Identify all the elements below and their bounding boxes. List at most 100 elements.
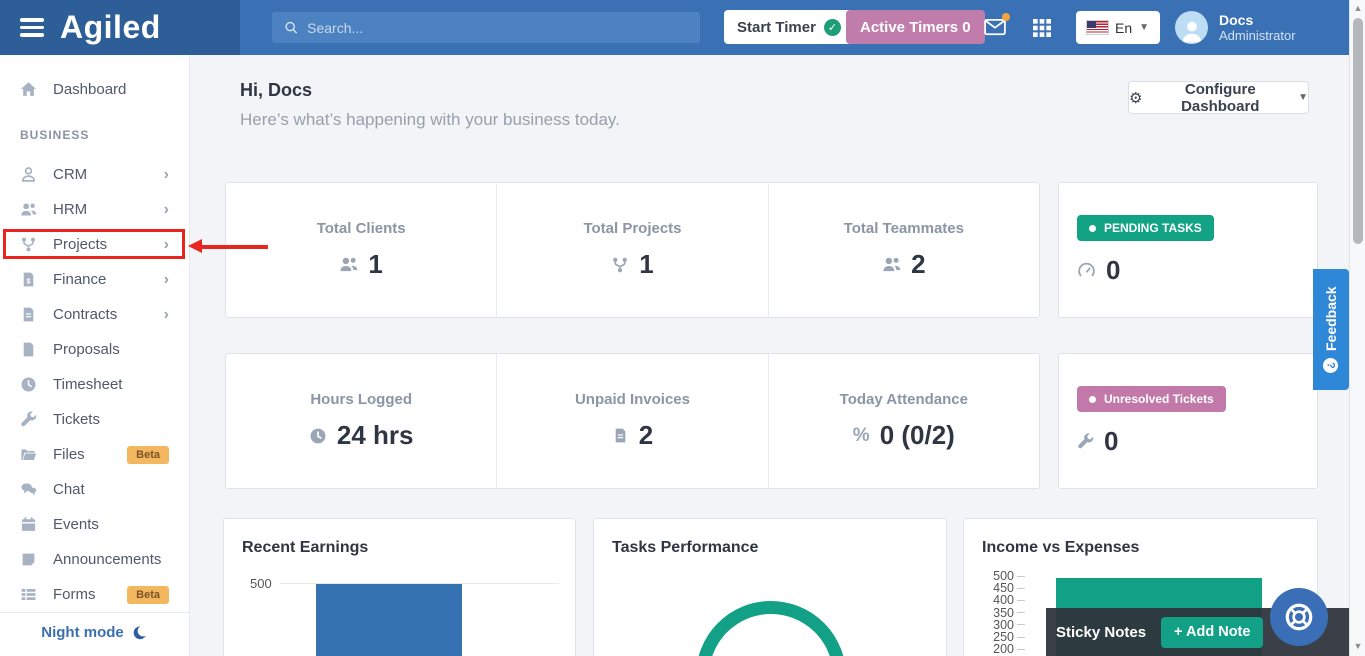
sidebar-item-finance[interactable]: $ Finance › [0, 262, 189, 297]
sidebar-item-tickets[interactable]: Tickets [0, 402, 189, 437]
unresolved-tickets-card[interactable]: Unresolved Tickets 0 [1058, 353, 1318, 489]
tasks-performance-card: Tasks Performance [593, 518, 947, 656]
brand-area: Agiled [0, 0, 240, 55]
sidebar: Dashboard BUSINESS CRM › HRM › Projects … [0, 55, 190, 656]
users-icon [21, 203, 37, 216]
y-axis: 500 450 400 350 300 250 200 [982, 569, 1025, 656]
sidebar-item-projects[interactable]: Projects › [0, 227, 189, 262]
sidebar-item-timesheet[interactable]: Timesheet [0, 367, 189, 402]
add-note-button[interactable]: + Add Note [1161, 616, 1264, 648]
search-icon [285, 21, 298, 34]
folder-icon [21, 449, 37, 461]
unresolved-tickets-badge: Unresolved Tickets [1077, 386, 1226, 412]
start-timer-button[interactable]: Start Timer ✓ [724, 10, 854, 44]
dot-icon [1089, 395, 1096, 403]
dot-icon [1089, 224, 1096, 232]
pending-tasks-card[interactable]: PENDING TASKS 0 [1058, 182, 1318, 318]
home-icon [21, 81, 36, 96]
scroll-down-arrow[interactable]: ▼ [1350, 641, 1365, 651]
sidebar-item-chat[interactable]: Chat [0, 472, 189, 507]
chart-title: Tasks Performance [612, 539, 759, 556]
file-icon [23, 342, 34, 357]
user-menu[interactable]: Docs Administrator [1175, 11, 1296, 44]
sticky-notes-title: Sticky Notes [1056, 623, 1147, 641]
tasks-donut-chart[interactable] [696, 601, 846, 656]
wrench-icon [21, 411, 37, 427]
scroll-up-arrow[interactable]: ▲ [1350, 3, 1365, 13]
sidebar-item-events[interactable]: Events [0, 507, 189, 542]
branch-icon [22, 237, 35, 252]
user-role: Administrator [1219, 28, 1296, 43]
stat-today-attendance[interactable]: Today Attendance % 0 (0/2) [769, 354, 1039, 488]
sidebar-item-proposals[interactable]: Proposals [0, 332, 189, 367]
branch-icon [613, 257, 628, 272]
stats-row-1: Total Clients 1 Total Projects 1 Total T… [225, 182, 1040, 318]
stat-hours-logged[interactable]: Hours Logged 24 hrs [226, 354, 498, 488]
percent-icon: % [852, 424, 870, 446]
sidebar-item-crm[interactable]: CRM › [0, 157, 189, 192]
language-selector[interactable]: En ▼ [1076, 11, 1161, 44]
calendar-icon [21, 517, 36, 531]
search-input[interactable] [307, 19, 688, 36]
feedback-label: Feedback [1323, 286, 1339, 351]
moon-icon [133, 625, 146, 639]
stat-total-clients[interactable]: Total Clients 1 [226, 183, 498, 317]
feedback-tab[interactable]: ? Feedback [1313, 269, 1349, 390]
chevron-right-icon: › [163, 305, 169, 323]
apps-grid-button[interactable] [1033, 19, 1051, 37]
configure-dashboard-button[interactable]: ⚙ Configure Dashboard ▼ [1128, 81, 1309, 115]
note-icon [22, 553, 35, 566]
scrollbar-thumb[interactable] [1353, 18, 1363, 244]
vertical-scrollbar[interactable]: ▲ ▼ [1349, 0, 1365, 656]
clock-icon [310, 428, 326, 443]
caret-down-icon: ▼ [1298, 92, 1308, 103]
clock-icon [21, 377, 36, 392]
caret-down-icon: ▼ [1139, 22, 1150, 33]
stat-unpaid-invoices[interactable]: Unpaid Invoices 2 [497, 354, 769, 488]
y-axis-tick: 200 [993, 642, 1014, 656]
users-icon [340, 257, 358, 272]
hamburger-menu-icon[interactable] [20, 18, 44, 37]
sidebar-item-files[interactable]: Files Beta [0, 437, 189, 472]
grid-icon [1033, 19, 1051, 37]
chart-title: Income vs Expenses [982, 539, 1140, 556]
stat-total-projects[interactable]: Total Projects 1 [497, 183, 769, 317]
chat-icon [21, 483, 37, 496]
invoice-icon [615, 428, 626, 443]
chevron-right-icon: › [163, 200, 169, 218]
greeting-block: Hi, Docs Here’s what’s happening with yo… [240, 80, 620, 130]
business-section-label: BUSINESS [20, 128, 90, 142]
help-fab-button[interactable] [1270, 588, 1328, 646]
user-icon [21, 167, 36, 182]
search-bar [272, 12, 700, 43]
page-title: Hi, Docs [240, 80, 313, 100]
sidebar-item-forms[interactable]: Forms Beta [0, 577, 189, 612]
us-flag-icon [1087, 21, 1108, 34]
stat-total-teammates[interactable]: Total Teammates 2 [769, 183, 1039, 317]
sidebar-item-dashboard[interactable]: Dashboard [0, 71, 189, 107]
earnings-bar[interactable] [316, 584, 462, 656]
contract-icon [23, 307, 34, 322]
sidebar-item-hrm[interactable]: HRM › [0, 192, 189, 227]
brand-logo[interactable]: Agiled [60, 9, 161, 46]
sidebar-item-announcements[interactable]: Announcements [0, 542, 189, 577]
chevron-right-icon: › [163, 270, 169, 288]
person-icon [1182, 21, 1201, 43]
lifebuoy-icon [1285, 603, 1313, 631]
notification-dot [1002, 13, 1010, 21]
gear-icon: ⚙ [1129, 88, 1143, 107]
wrench-icon [1078, 433, 1094, 449]
active-timers-button[interactable]: Active Timers 0 [846, 10, 985, 44]
y-axis-tick: 500 [250, 576, 272, 591]
sidebar-item-contracts[interactable]: Contracts › [0, 297, 189, 332]
pending-tasks-badge: PENDING TASKS [1077, 215, 1214, 241]
beta-badge: Beta [127, 445, 169, 464]
finance-icon: $ [23, 272, 34, 287]
night-mode-toggle[interactable]: Night mode [0, 612, 189, 652]
messages-button[interactable] [984, 13, 1010, 36]
greeting-subtitle: Here’s what’s happening with your busine… [240, 110, 620, 129]
question-icon: ? [1323, 357, 1339, 373]
list-icon [21, 588, 36, 601]
chevron-right-icon: › [163, 235, 169, 253]
top-navbar: Agiled Start Timer ✓ Active Timers 0 En … [0, 0, 1349, 55]
